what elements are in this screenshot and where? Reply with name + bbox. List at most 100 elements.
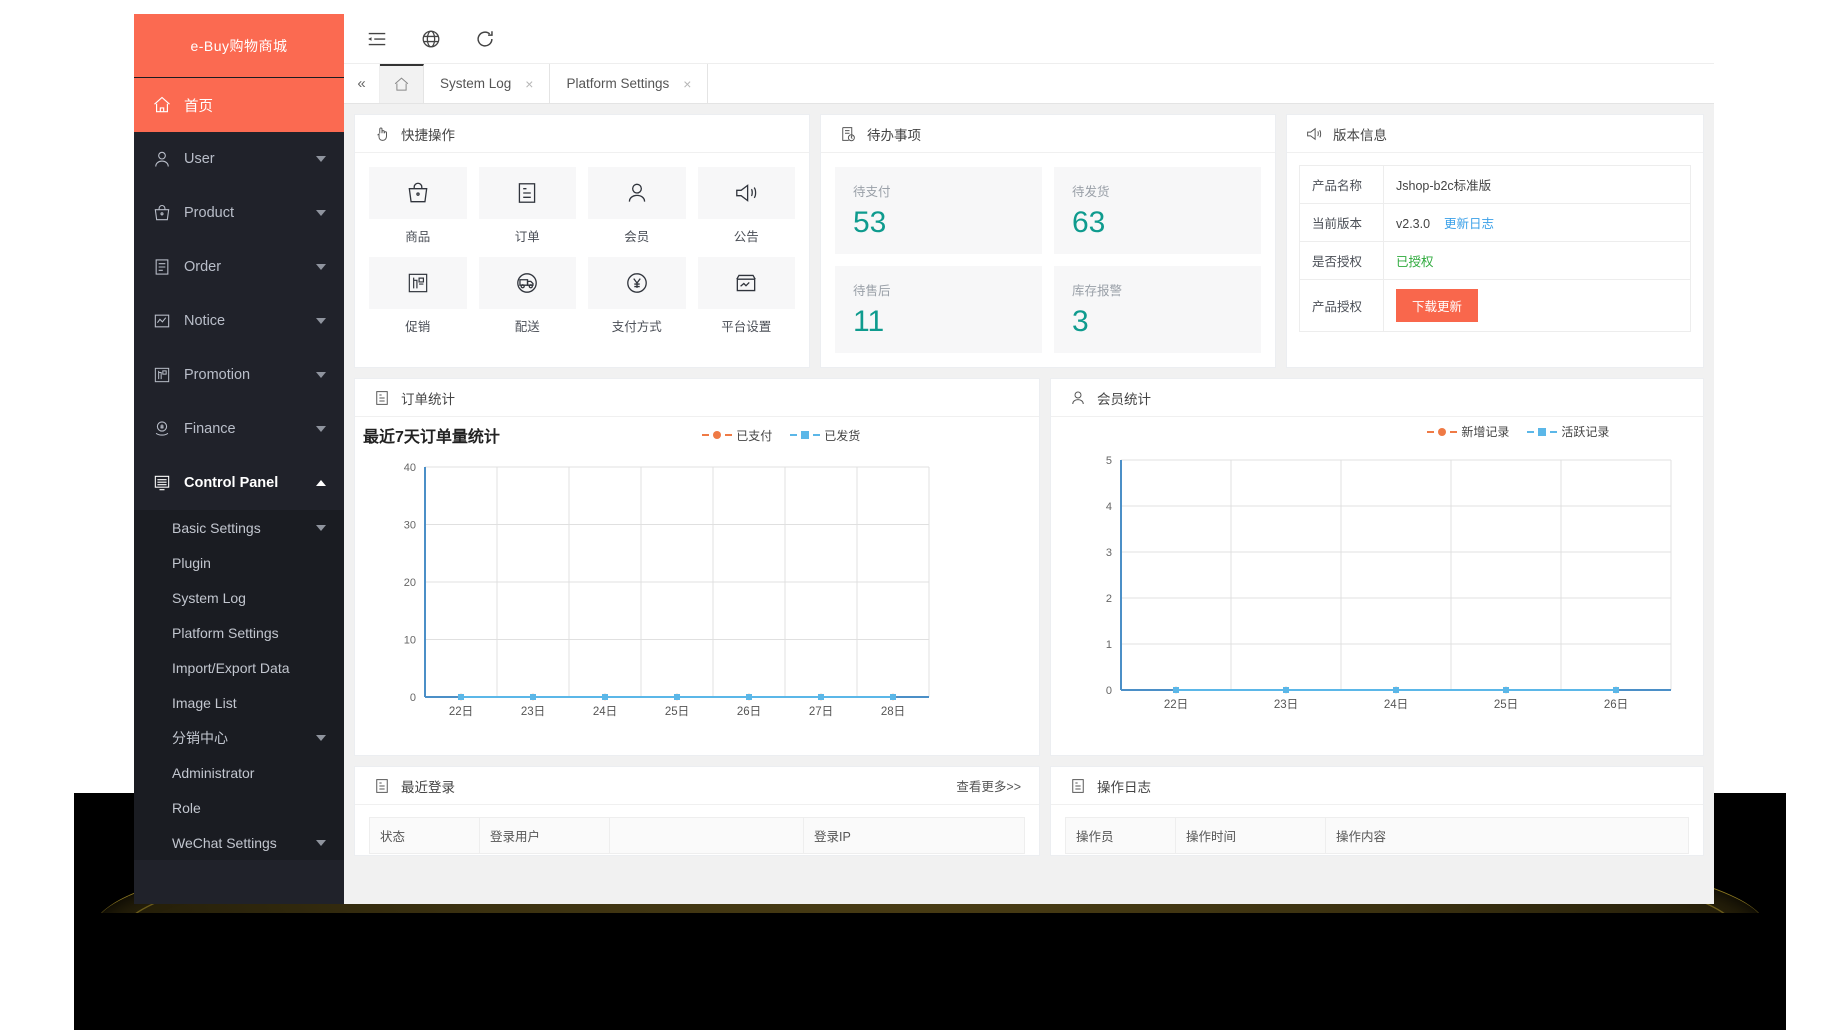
member-statistics-header: 会员统计 <box>1051 379 1703 417</box>
sidebar-item-notice[interactable]: Notice <box>134 294 344 348</box>
version-row-value: 已授权 <box>1383 241 1691 280</box>
todo-card: 待办事项 待支付 53 待发货 63 待售后 11 库存报警 3 <box>820 114 1276 368</box>
dashboard-content: 快捷操作 商品 订单 会员 公告 促销 配送 支付方式 平台设置 待办事项 待支… <box>344 104 1714 904</box>
quick-action-platform-settings[interactable]: 平台设置 <box>697 257 795 335</box>
sidebar-item-promotion[interactable]: Promotion <box>134 348 344 402</box>
chevron-down-icon[interactable] <box>316 524 326 531</box>
todo-label: 待发货 <box>1072 185 1110 199</box>
globe-language-icon[interactable] <box>420 28 442 50</box>
tabs-scroll-left-button[interactable]: « <box>344 64 380 103</box>
quick-action-member[interactable]: 会员 <box>588 167 686 245</box>
sidebar-item-administrator[interactable]: Administrator <box>134 755 344 790</box>
sidebar-item-system-log[interactable]: System Log <box>134 580 344 615</box>
sidebar-item-image-list[interactable]: Image List <box>134 685 344 720</box>
changelog-link[interactable]: 更新日志 <box>1444 217 1494 231</box>
quick-action-order[interactable]: 订单 <box>478 167 576 245</box>
todo-item-pending-shipment[interactable]: 待发货 63 <box>1054 167 1261 254</box>
bag-icon <box>408 182 428 203</box>
todo-item-pending-payment[interactable]: 待支付 53 <box>835 167 1042 254</box>
table-row: 当前版本 v2.3.0 更新日志 <box>1299 203 1691 242</box>
version-row-key: 产品授权 <box>1299 279 1384 332</box>
sidebar-item-basic-settings[interactable]: Basic Settings <box>134 510 344 545</box>
svg-text:4: 4 <box>1106 501 1112 513</box>
card-title: 版本信息 <box>1333 127 1387 143</box>
menu-collapse-icon[interactable] <box>366 28 388 50</box>
chevron-down-icon[interactable] <box>316 210 326 216</box>
sidebar-item-order[interactable]: Order <box>134 240 344 294</box>
quick-action-notice[interactable]: 公告 <box>697 167 795 245</box>
sidebar-item-import-export-data[interactable]: Import/Export Data <box>134 650 344 685</box>
todo-label: 库存报警 <box>1072 284 1123 298</box>
close-icon[interactable]: × <box>525 76 533 92</box>
tab-platform-settings[interactable]: Platform Settings × <box>550 64 709 103</box>
sidebar-item-user[interactable]: User <box>134 132 344 186</box>
chevron-down-icon[interactable] <box>316 156 326 162</box>
hand-pointer-icon <box>373 125 391 143</box>
column-header <box>610 818 804 853</box>
view-more-link[interactable]: 查看更多>> <box>956 776 1021 795</box>
column-header: 状态 <box>370 818 480 853</box>
legend-dash <box>790 434 798 436</box>
legend-label: 已发货 <box>824 428 861 443</box>
chevron-down-icon[interactable] <box>316 318 326 324</box>
quick-action-payment[interactable]: 支付方式 <box>588 257 686 335</box>
sidebar-subitem-label: Platform Settings <box>172 624 279 641</box>
tab-home[interactable] <box>380 64 424 103</box>
order-doc-icon <box>373 389 391 407</box>
sidebar-item-distribution-center[interactable]: 分销中心 <box>134 720 344 755</box>
card-title: 待办事项 <box>867 127 921 143</box>
legend-item-active-records[interactable]: 活跃记录 <box>1527 423 1609 440</box>
refresh-icon[interactable] <box>474 28 496 50</box>
svg-text:5: 5 <box>1106 455 1112 467</box>
chevron-up-icon[interactable] <box>316 480 326 486</box>
quick-action-label: 支付方式 <box>611 320 662 334</box>
legend-dash <box>1527 430 1535 433</box>
svg-text:23日: 23日 <box>1274 699 1298 711</box>
todo-label: 待售后 <box>853 284 891 298</box>
quick-action-tile <box>697 167 795 219</box>
chevron-down-icon[interactable] <box>316 372 326 378</box>
chevron-down-icon[interactable] <box>316 426 326 432</box>
todo-item-pending-aftersales[interactable]: 待售后 11 <box>835 266 1042 353</box>
sidebar-item-control-panel[interactable]: Control Panel <box>134 456 344 510</box>
sidebar-subitem-label: Role <box>172 799 201 816</box>
svg-text:28日: 28日 <box>881 706 905 718</box>
column-header: 操作内容 <box>1336 830 1387 844</box>
chevron-down-icon[interactable] <box>316 734 326 741</box>
sidebar-item-plugin[interactable]: Plugin <box>134 545 344 580</box>
close-icon[interactable]: × <box>683 76 691 92</box>
card-title: 快捷操作 <box>401 127 455 143</box>
quick-action-promotion[interactable]: 促销 <box>369 257 467 335</box>
todo-item-stock-alert[interactable]: 库存报警 3 <box>1054 266 1261 353</box>
sidebar-item-label: 首页 <box>184 98 213 115</box>
version-row-value: Jshop-b2c标准版 <box>1383 165 1691 204</box>
column-header: 操作时间 <box>1176 818 1326 853</box>
quick-action-label: 公告 <box>733 230 759 244</box>
sidebar-item-finance[interactable]: Finance <box>134 402 344 456</box>
table-row: 是否授权 已授权 <box>1299 241 1691 280</box>
current-version-value: v2.3.0 <box>1396 217 1431 231</box>
brand-logo[interactable]: e-Buy购物商城 <box>134 14 344 78</box>
legend-item-new-records[interactable]: 新增记录 <box>1427 423 1509 440</box>
megaphone-icon <box>736 184 757 202</box>
sidebar-item-wechat-settings[interactable]: WeChat Settings <box>134 825 344 860</box>
sidebar-item-home[interactable]: 首页 <box>134 78 344 132</box>
chevron-down-icon[interactable] <box>316 839 326 846</box>
legend-item-paid[interactable]: 已支付 <box>702 427 772 444</box>
sidebar-item-platform-settings[interactable]: Platform Settings <box>134 615 344 650</box>
tab-system-log[interactable]: System Log × <box>424 64 551 103</box>
quick-action-product[interactable]: 商品 <box>369 167 467 245</box>
quick-action-delivery[interactable]: 配送 <box>478 257 576 335</box>
recent-login-table-wrap: 状态 登录用户 登录IP <box>355 805 1039 854</box>
column-header: 登录IP <box>814 830 851 844</box>
sidebar-item-role[interactable]: Role <box>134 790 344 825</box>
legend-item-shipped[interactable]: 已发货 <box>790 427 860 444</box>
dashboard-row-top: 快捷操作 商品 订单 会员 公告 促销 配送 支付方式 平台设置 待办事项 待支… <box>354 114 1704 368</box>
legend-dash <box>725 434 733 436</box>
sidebar: e-Buy购物商城 首页 User Product Order Notice P… <box>134 14 344 904</box>
chevron-down-icon[interactable] <box>316 264 326 270</box>
order-chart-title-row: 最近7天订单量统计 已支付 已发货 <box>355 417 1039 449</box>
quick-action-tile <box>588 257 686 309</box>
sidebar-item-product[interactable]: Product <box>134 186 344 240</box>
download-update-button[interactable]: 下载更新 <box>1396 289 1479 322</box>
